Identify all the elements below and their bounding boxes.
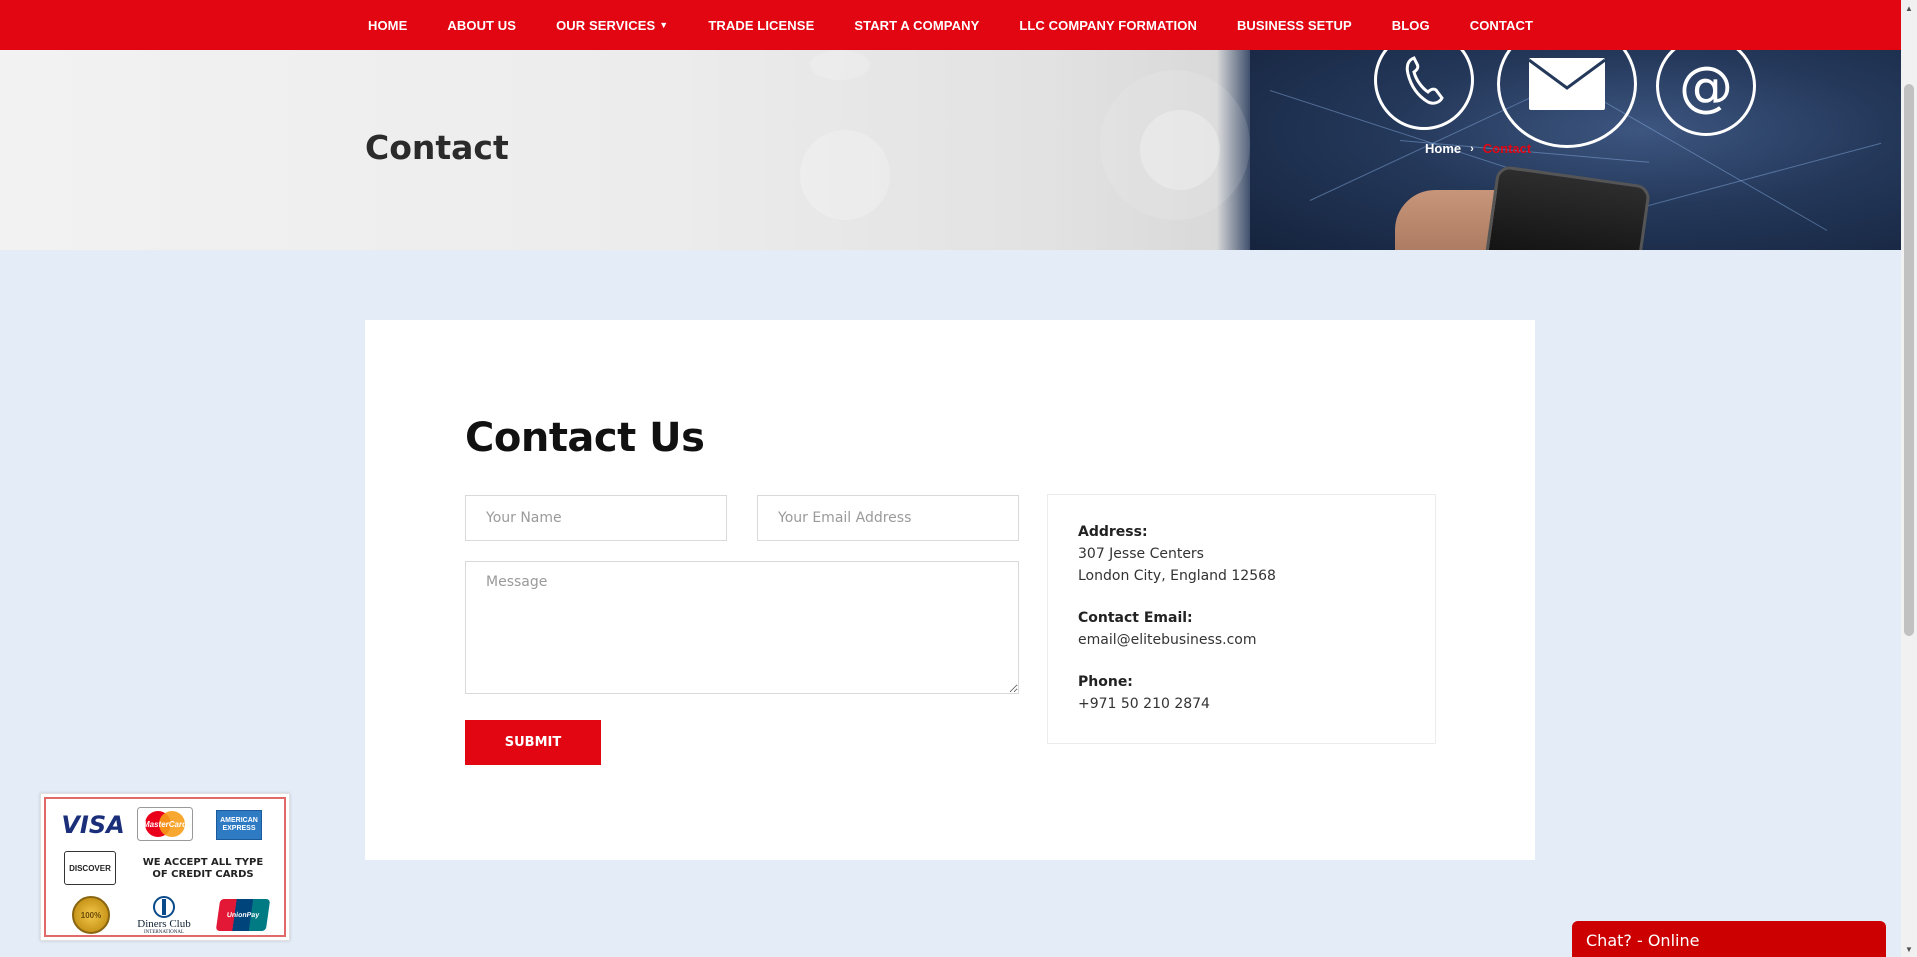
nav-item-label: OUR SERVICES — [556, 17, 656, 33]
email-input[interactable] — [757, 495, 1019, 541]
nav-item-blog[interactable]: BLOG — [1372, 18, 1450, 33]
phone-value[interactable]: +971 50 210 2874 — [1078, 693, 1405, 715]
caret-down-icon: ▼ — [659, 20, 669, 30]
mastercard-text: MasterCard — [142, 819, 187, 829]
email-block: Contact Email: email@elitebusiness.com — [1078, 607, 1405, 651]
message-textarea[interactable] — [465, 561, 1019, 694]
email-value[interactable]: email@elitebusiness.com — [1078, 629, 1405, 651]
accept-text-line2: OF CREDIT CARDS — [152, 869, 254, 880]
guarantee-seal-icon: 100% — [72, 896, 110, 934]
decorative-bokeh — [800, 130, 890, 220]
nav-item-label: BUSINESS SETUP — [1236, 17, 1352, 33]
amex-text-line2: EXPRESS — [222, 825, 256, 832]
phone-block: Phone: +971 50 210 2874 — [1078, 671, 1405, 715]
nav-item-label: TRADE LICENSE — [708, 17, 815, 33]
amex-logo: AMERICAN EXPRESS — [216, 810, 262, 840]
chat-widget-button[interactable]: Chat? - Online — [1572, 921, 1886, 957]
address-line-2: London City, England 12568 — [1078, 568, 1276, 584]
accept-cards-text: WE ACCEPT ALL TYPE OF CREDIT CARDS — [138, 857, 268, 881]
contact-card: Contact Us SUBMIT Address: 307 Jesse Cen… — [365, 320, 1535, 860]
nav-item-label: ABOUT US — [447, 17, 517, 33]
contact-heading: Contact Us — [465, 415, 705, 461]
nav-item-home[interactable]: HOME — [348, 18, 427, 33]
breadcrumb-home-link[interactable]: Home — [1425, 141, 1461, 156]
scroll-up-arrow-icon[interactable]: ▲ — [1901, 0, 1917, 16]
nav-item-label: BLOG — [1391, 17, 1430, 33]
address-block: Address: 307 Jesse Centers London City, … — [1078, 521, 1405, 587]
nav-item-start-a-company[interactable]: START A COMPANY — [834, 18, 999, 33]
diners-club-logo: Diners Club INTERNATIONAL — [126, 894, 202, 936]
page-title: Contact — [365, 128, 509, 167]
nav-menu: HOME ABOUT US OUR SERVICES ▼ TRADE LICENS… — [348, 0, 1553, 50]
submit-button[interactable]: SUBMIT — [465, 720, 601, 765]
decorative-bokeh — [810, 50, 870, 80]
phone-label: Phone: — [1078, 674, 1133, 690]
contact-info-panel: Address: 307 Jesse Centers London City, … — [1047, 494, 1436, 744]
payment-methods-badge: VISA MasterCard AMERICAN EXPRESS DISCOVE… — [40, 793, 290, 941]
scroll-down-arrow-icon[interactable]: ▼ — [1901, 941, 1917, 957]
nav-item-trade-license[interactable]: TRADE LICENSE — [688, 18, 834, 33]
chevron-right-icon: › — [1470, 142, 1474, 155]
name-input[interactable] — [465, 495, 727, 541]
amex-text-line1: AMERICAN — [220, 817, 258, 824]
mastercard-logo: MasterCard — [137, 807, 193, 841]
nav-item-label: CONTACT — [1469, 17, 1534, 33]
email-label: Contact Email: — [1078, 610, 1193, 626]
diners-subtext: INTERNATIONAL — [144, 929, 184, 935]
decorative-bokeh — [1100, 70, 1250, 220]
nav-item-label: LLC COMPANY FORMATION — [1019, 17, 1197, 33]
page-banner: @ Contact Home › Contact — [0, 50, 1901, 250]
nav-item-label: START A COMPANY — [854, 17, 980, 33]
main-navigation: HOME ABOUT US OUR SERVICES ▼ TRADE LICENS… — [0, 0, 1901, 50]
diners-text: Diners Club — [137, 917, 191, 930]
unionpay-logo: UnionPay — [215, 899, 271, 931]
address-label: Address: — [1078, 524, 1148, 540]
visa-logo: VISA — [61, 811, 125, 839]
breadcrumb: Home › Contact — [1425, 141, 1531, 156]
nav-item-contact[interactable]: CONTACT — [1450, 18, 1553, 33]
scrollbar-thumb[interactable] — [1904, 84, 1914, 636]
nav-item-our-services[interactable]: OUR SERVICES ▼ — [536, 18, 688, 33]
nav-item-llc-company-formation[interactable]: LLC COMPANY FORMATION — [999, 18, 1217, 33]
nav-item-business-setup[interactable]: BUSINESS SETUP — [1217, 18, 1372, 33]
nav-item-about-us[interactable]: ABOUT US — [427, 18, 536, 33]
nav-item-label: HOME — [367, 17, 408, 33]
address-line-1: 307 Jesse Centers — [1078, 546, 1204, 562]
page-scrollbar[interactable]: ▲ ▼ — [1901, 0, 1917, 957]
payment-methods-frame: VISA MasterCard AMERICAN EXPRESS DISCOVE… — [44, 797, 286, 937]
accept-text-line1: WE ACCEPT ALL TYPE — [142, 857, 264, 868]
breadcrumb-current: Contact — [1482, 141, 1532, 156]
discover-logo: DISCOVER — [64, 851, 116, 885]
